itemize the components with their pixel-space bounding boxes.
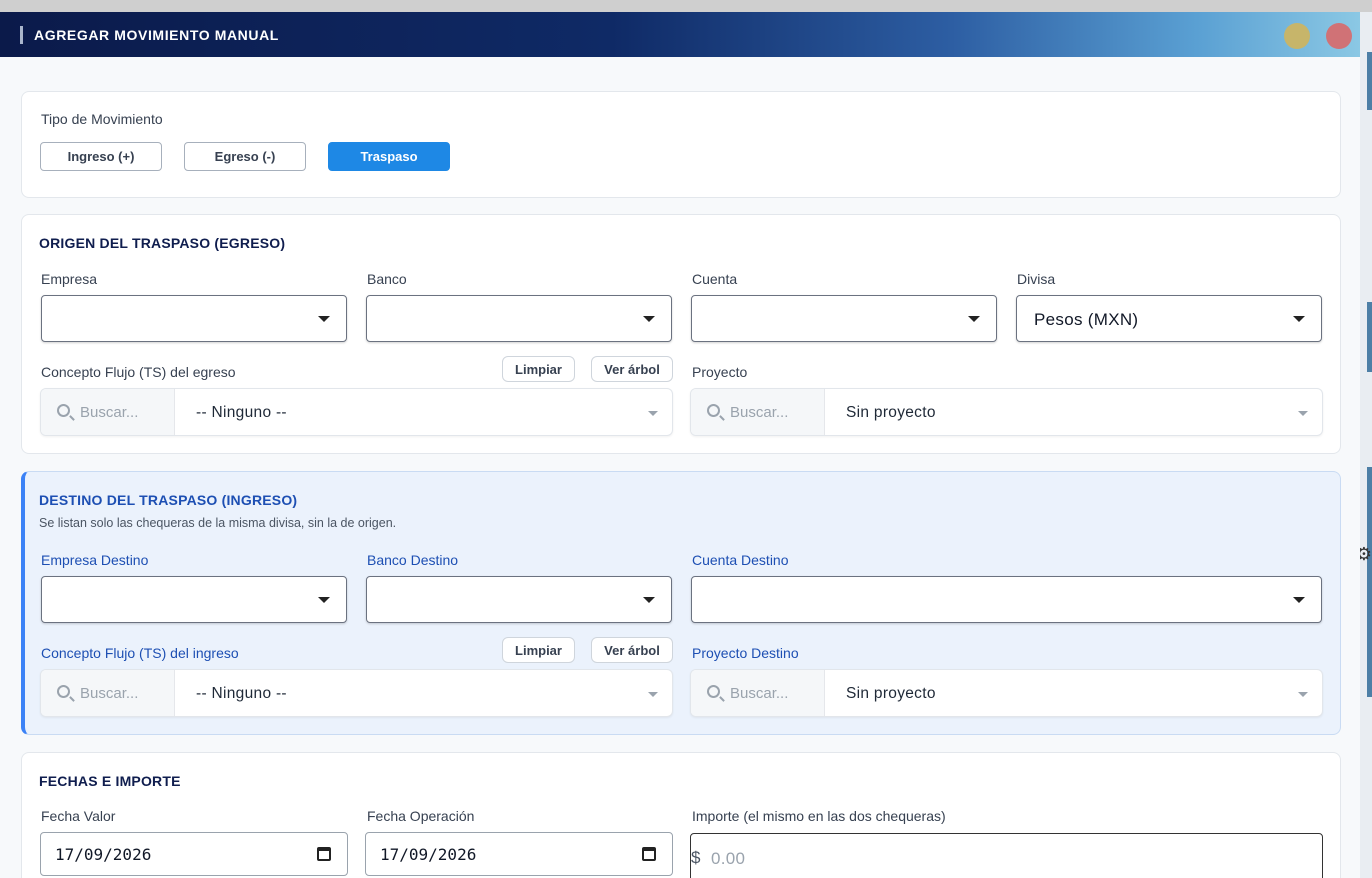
dest-empresa-label: Empresa Destino	[41, 552, 149, 568]
destination-card: DESTINO DEL TRASPASO (INGRESO) Se listan…	[21, 471, 1341, 735]
dest-proyecto-search-placeholder: Buscar...	[730, 685, 789, 702]
origin-divisa-value: Pesos (MXN)	[1034, 310, 1139, 329]
dest-banco-select[interactable]	[366, 576, 672, 623]
origin-divisa-label: Divisa	[1017, 271, 1056, 287]
dest-cuenta-label: Cuenta Destino	[692, 552, 789, 568]
dest-cuenta-select[interactable]	[691, 576, 1322, 623]
minimize-button[interactable]	[1284, 23, 1310, 49]
dest-proyecto-combobox[interactable]: Buscar... Sin proyecto	[690, 669, 1323, 717]
dest-proyecto-search[interactable]: Buscar...	[691, 670, 825, 716]
fecha-valor-value: 17/09/2026	[55, 845, 152, 864]
caret-down-icon	[968, 316, 980, 322]
calendar-icon[interactable]	[642, 847, 656, 861]
origin-cuenta-select[interactable]	[691, 295, 997, 342]
caret-down-icon	[648, 692, 658, 697]
origin-concepto-label: Concepto Flujo (TS) del egreso	[41, 364, 236, 380]
modal-titlebar: AGREGAR MOVIMIENTO MANUAL	[0, 12, 1360, 57]
dest-ver-arbol-button[interactable]: Ver árbol	[591, 637, 673, 663]
dest-concepto-search-placeholder: Buscar...	[80, 685, 139, 702]
dest-concepto-search[interactable]: Buscar...	[41, 670, 175, 716]
origin-proyecto-label: Proyecto	[692, 364, 748, 380]
origin-divisa-select[interactable]: Pesos (MXN)	[1016, 295, 1322, 342]
calendar-icon[interactable]	[317, 847, 331, 861]
dates-amount-card: FECHAS E IMPORTE Fecha Valor 17/09/2026 …	[21, 752, 1341, 878]
dates-heading: FECHAS E IMPORTE	[39, 773, 181, 789]
caret-down-icon	[1293, 316, 1305, 322]
origin-limpiar-button[interactable]: Limpiar	[502, 356, 575, 382]
search-icon	[57, 404, 70, 417]
origin-proyecto-combobox[interactable]: Buscar... Sin proyecto	[690, 388, 1323, 436]
origin-proyecto-search[interactable]: Buscar...	[691, 389, 825, 435]
type-traspaso-button[interactable]: Traspaso	[328, 142, 450, 171]
caret-down-icon	[643, 316, 655, 322]
caret-down-icon	[318, 316, 330, 322]
caret-down-icon	[318, 597, 330, 603]
importe-label: Importe (el mismo en las dos chequeras)	[692, 808, 946, 824]
background-app-edge: ⚙	[1356, 12, 1372, 878]
dest-banco-label: Banco Destino	[367, 552, 459, 568]
title-accent-bar	[20, 26, 23, 44]
destination-heading: DESTINO DEL TRASPASO (INGRESO)	[39, 492, 298, 508]
type-egreso-button[interactable]: Egreso (-)	[184, 142, 306, 171]
currency-symbol: $	[691, 848, 701, 867]
dest-concepto-value: -- Ninguno --	[196, 685, 287, 702]
background-stripe	[1367, 302, 1372, 372]
origin-banco-select[interactable]	[366, 295, 672, 342]
caret-down-icon	[1298, 692, 1308, 697]
origin-concepto-search-placeholder: Buscar...	[80, 404, 139, 421]
caret-down-icon	[643, 597, 655, 603]
origin-card: ORIGEN DEL TRASPASO (EGRESO) Empresa Ban…	[21, 214, 1341, 454]
dest-concepto-combobox[interactable]: Buscar... -- Ninguno --	[40, 669, 673, 717]
background-stripe	[1367, 467, 1372, 697]
origin-banco-label: Banco	[367, 271, 407, 287]
fecha-operacion-label: Fecha Operación	[367, 808, 475, 824]
dest-limpiar-button[interactable]: Limpiar	[502, 637, 575, 663]
background-app-top	[0, 0, 1372, 12]
origin-concepto-search[interactable]: Buscar...	[41, 389, 175, 435]
origin-proyecto-search-placeholder: Buscar...	[730, 404, 789, 421]
origin-cuenta-label: Cuenta	[692, 271, 738, 287]
movement-type-card: Tipo de Movimiento Ingreso (+) Egreso (-…	[21, 91, 1341, 198]
destination-subtitle: Se listan solo las chequeras de la misma…	[39, 516, 397, 530]
search-icon	[707, 404, 720, 417]
dest-empresa-select[interactable]	[41, 576, 347, 623]
fecha-operacion-input[interactable]: 17/09/2026	[365, 832, 673, 876]
origin-proyecto-value: Sin proyecto	[846, 404, 936, 421]
origin-concepto-combobox[interactable]: Buscar... -- Ninguno --	[40, 388, 673, 436]
importe-placeholder: 0.00	[711, 849, 746, 868]
fecha-valor-label: Fecha Valor	[41, 808, 116, 824]
origin-concepto-value: -- Ninguno --	[196, 404, 287, 421]
fecha-valor-input[interactable]: 17/09/2026	[40, 832, 348, 876]
movement-type-label: Tipo de Movimiento	[41, 111, 163, 127]
origin-empresa-select[interactable]	[41, 295, 347, 342]
background-stripe	[1367, 52, 1372, 110]
add-movement-modal: AGREGAR MOVIMIENTO MANUAL Tipo de Movimi…	[0, 12, 1360, 878]
dest-proyecto-value: Sin proyecto	[846, 685, 936, 702]
close-button[interactable]	[1326, 23, 1352, 49]
caret-down-icon	[648, 411, 658, 416]
caret-down-icon	[1293, 597, 1305, 603]
fecha-operacion-value: 17/09/2026	[380, 845, 477, 864]
search-icon	[57, 685, 70, 698]
modal-title: AGREGAR MOVIMIENTO MANUAL	[34, 27, 279, 43]
dest-concepto-label: Concepto Flujo (TS) del ingreso	[41, 645, 239, 661]
importe-input[interactable]: $ 0.00	[690, 833, 1323, 878]
origin-heading: ORIGEN DEL TRASPASO (EGRESO)	[39, 235, 286, 251]
dest-proyecto-label: Proyecto Destino	[692, 645, 799, 661]
search-icon	[707, 685, 720, 698]
caret-down-icon	[1298, 411, 1308, 416]
origin-ver-arbol-button[interactable]: Ver árbol	[591, 356, 673, 382]
type-ingreso-button[interactable]: Ingreso (+)	[40, 142, 162, 171]
origin-empresa-label: Empresa	[41, 271, 98, 287]
